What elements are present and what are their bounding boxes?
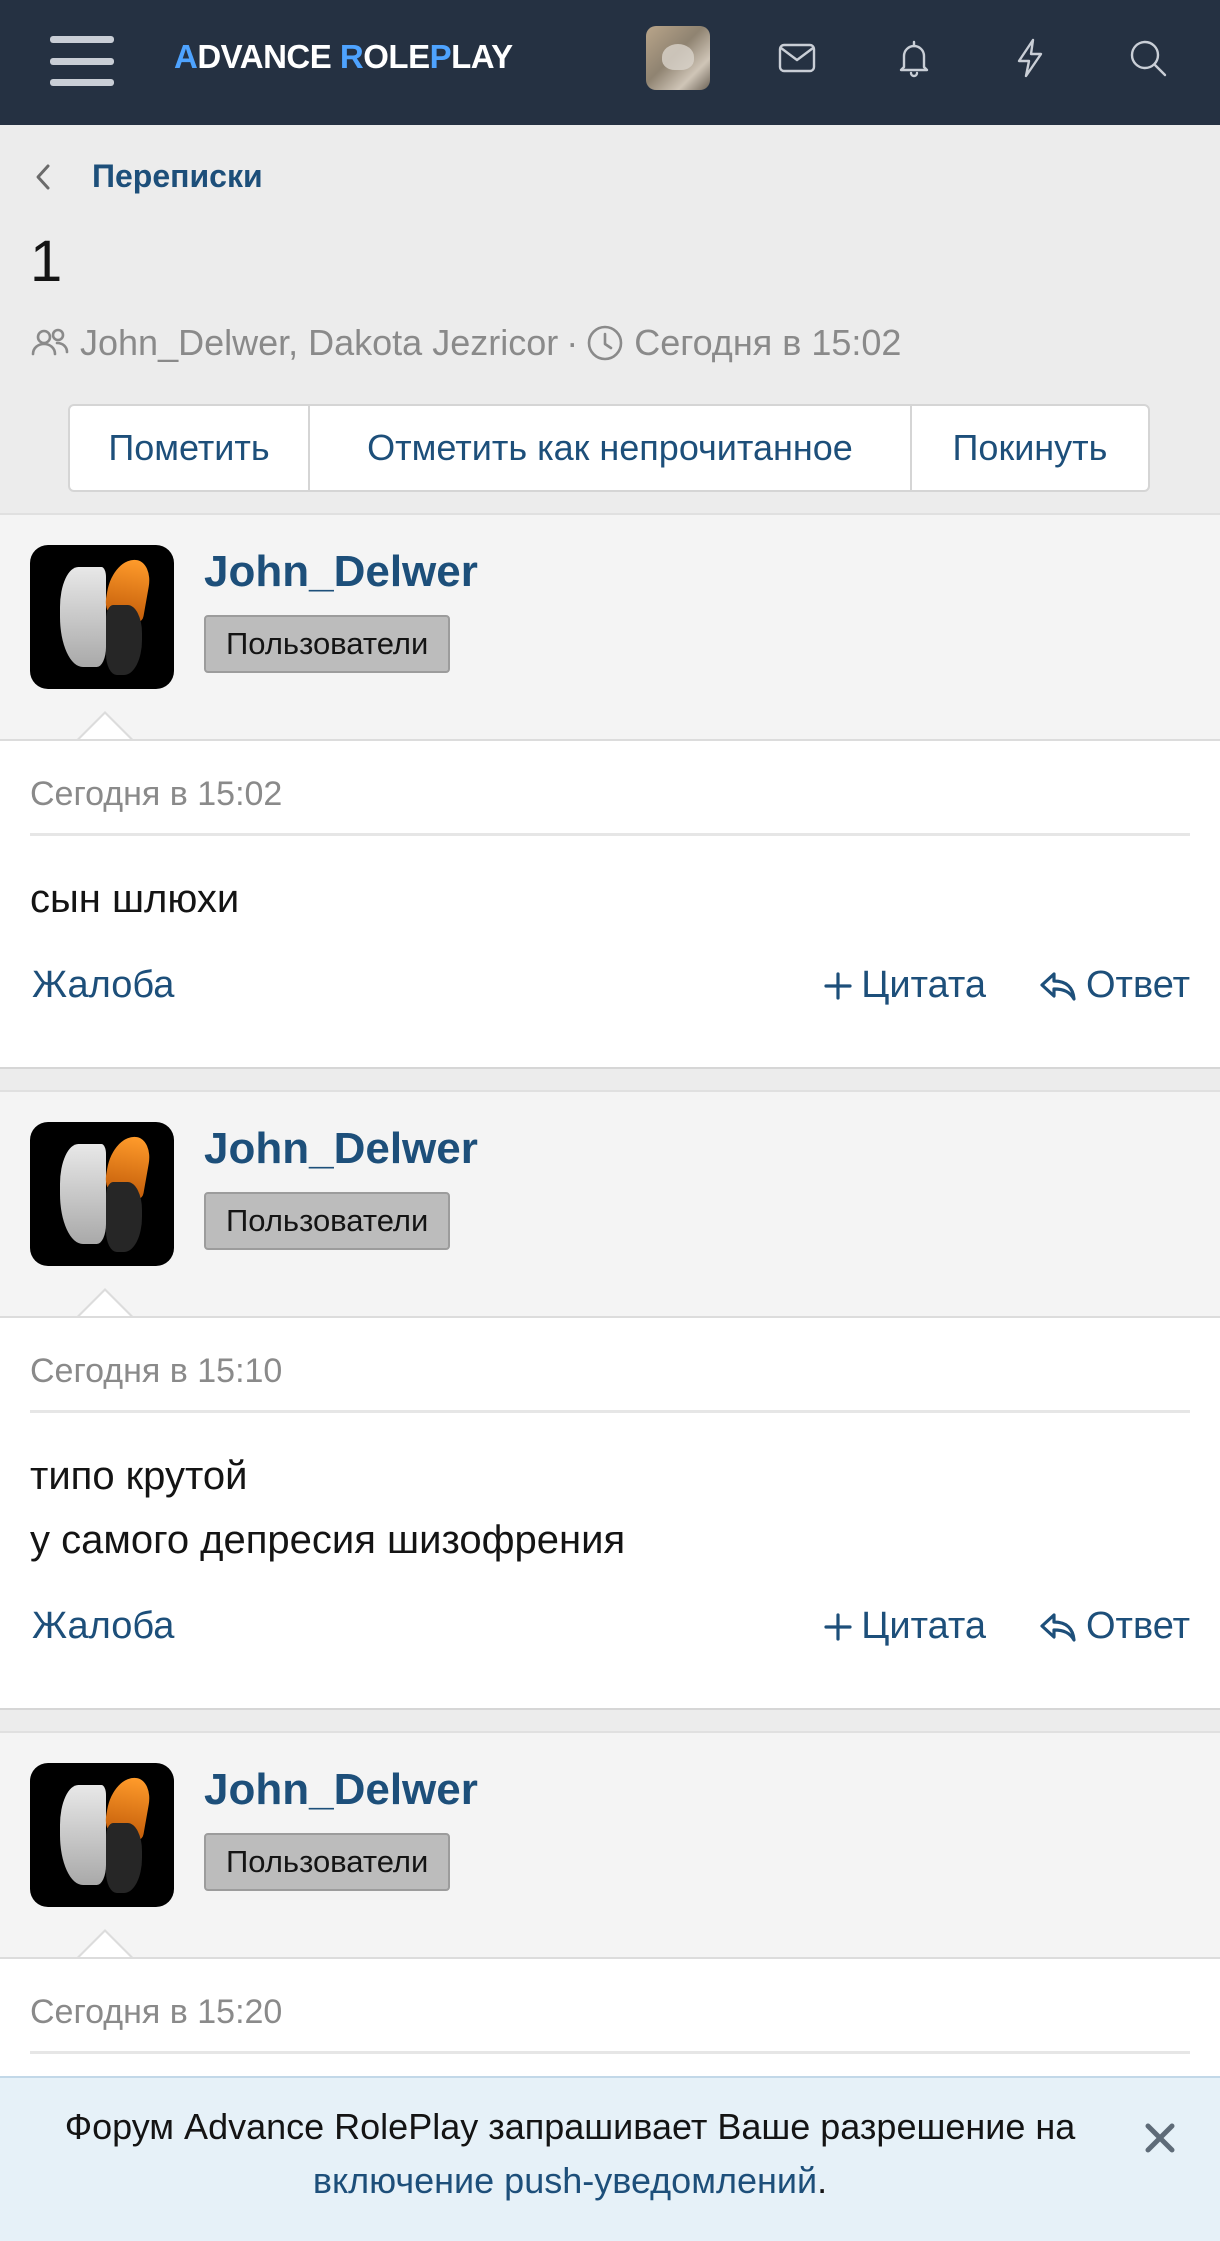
author-name[interactable]: John_Delwer xyxy=(204,547,478,597)
message-text: сын шлюхи xyxy=(30,867,239,931)
enable-push-link[interactable]: включение push-уведомлений xyxy=(313,2160,817,2201)
site-logo[interactable]: ADVANCE ROLEPLAY xyxy=(174,38,513,76)
divider xyxy=(30,2051,1190,2054)
breadcrumb[interactable]: Переписки xyxy=(30,158,263,195)
push-notice-text: Форум Advance RolePlay запрашивает Ваше … xyxy=(40,2100,1100,2208)
message-body: Сегодня в 15:02 сын шлюхи Жалоба Цитата … xyxy=(0,739,1220,1069)
avatar[interactable] xyxy=(30,1122,174,1266)
message-line: типо крутой xyxy=(30,1454,248,1498)
report-link[interactable]: Жалоба xyxy=(32,1605,174,1648)
push-notice-message: Форум Advance RolePlay запрашивает Ваше … xyxy=(64,2106,1076,2147)
user-group-badge: Пользователи xyxy=(204,615,451,673)
user-group-badge: Пользователи xyxy=(204,1192,451,1250)
user-group-badge: Пользователи xyxy=(204,1833,451,1891)
plus-icon xyxy=(824,971,852,1000)
top-navigation-bar: ADVANCE ROLEPLAY xyxy=(0,0,1220,125)
author-name[interactable]: John_Delwer xyxy=(204,1765,478,1815)
reply-label: Ответ xyxy=(1086,1605,1190,1647)
close-icon[interactable] xyxy=(1140,2118,1180,2158)
clock-icon xyxy=(587,325,623,361)
reply-label: Ответ xyxy=(1086,964,1190,1006)
message-body: Сегодня в 15:20 xyxy=(0,1957,1220,2076)
reply-icon xyxy=(1040,1612,1076,1642)
avatar[interactable] xyxy=(30,1763,174,1907)
message-actions: Жалоба Цитата Ответ xyxy=(30,964,1190,1020)
message: John_Delwer Пользователи Сегодня в 15:10… xyxy=(0,1090,1220,1710)
quote-label: Цитата xyxy=(861,1605,986,1647)
report-link[interactable]: Жалоба xyxy=(32,964,174,1007)
participants-list[interactable]: John_Delwer, Dakota Jezricor xyxy=(80,322,558,364)
message-time[interactable]: Сегодня в 15:02 xyxy=(30,775,282,814)
mark-button[interactable]: Пометить xyxy=(70,406,310,490)
users-icon xyxy=(31,328,69,356)
inbox-icon[interactable] xyxy=(769,30,825,86)
leave-button[interactable]: Покинуть xyxy=(912,406,1148,490)
arrow-notch xyxy=(75,1929,135,1960)
bolt-icon[interactable] xyxy=(1002,30,1058,86)
search-icon[interactable] xyxy=(1120,30,1176,86)
quote-button[interactable]: Цитата xyxy=(823,1605,986,1648)
arrow-notch xyxy=(75,1288,135,1319)
divider xyxy=(30,833,1190,836)
meta-separator: · xyxy=(566,322,579,363)
message-line: у самого депресия шизофрения xyxy=(30,1518,626,1562)
quote-button[interactable]: Цитата xyxy=(823,964,986,1007)
quote-label: Цитата xyxy=(861,964,986,1006)
message-time[interactable]: Сегодня в 15:10 xyxy=(30,1352,282,1391)
message-time[interactable]: Сегодня в 15:20 xyxy=(30,1993,282,2032)
plus-icon xyxy=(824,1612,852,1641)
chevron-left-icon xyxy=(30,159,60,195)
mark-unread-button[interactable]: Отметить как непрочитанное xyxy=(310,406,912,490)
push-notice-period: . xyxy=(817,2160,828,2201)
message-text: типо крутой у самого депресия шизофрения xyxy=(30,1444,625,1572)
conversation-actions: Пометить Отметить как непрочитанное Поки… xyxy=(68,404,1150,492)
conversation-meta: John_Delwer, Dakota Jezricor · Сегодня в… xyxy=(30,322,901,364)
user-avatar[interactable] xyxy=(646,26,710,90)
arrow-notch xyxy=(75,711,135,742)
message-author-header: John_Delwer Пользователи xyxy=(0,513,1220,742)
divider xyxy=(30,1410,1190,1413)
message: John_Delwer Пользователи Сегодня в 15:20 xyxy=(0,1731,1220,2076)
message-author-header: John_Delwer Пользователи xyxy=(0,1090,1220,1319)
message: John_Delwer Пользователи Сегодня в 15:02… xyxy=(0,513,1220,1069)
menu-icon[interactable] xyxy=(50,36,114,86)
author-name[interactable]: John_Delwer xyxy=(204,1124,478,1174)
page-title: 1 xyxy=(30,229,63,294)
conversation-start-time[interactable]: Сегодня в 15:02 xyxy=(634,322,901,364)
reply-button[interactable]: Ответ xyxy=(1038,1605,1190,1648)
reply-button[interactable]: Ответ xyxy=(1038,964,1190,1007)
message-body: Сегодня в 15:10 типо крутой у самого деп… xyxy=(0,1316,1220,1710)
breadcrumb-conversations-link[interactable]: Переписки xyxy=(92,158,263,195)
message-line: сын шлюхи xyxy=(30,877,240,921)
push-notification-banner: Форум Advance RolePlay запрашивает Ваше … xyxy=(0,2076,1220,2241)
reply-icon xyxy=(1040,971,1076,1001)
avatar[interactable] xyxy=(30,545,174,689)
message-actions: Жалоба Цитата Ответ xyxy=(30,1605,1190,1661)
bell-icon[interactable] xyxy=(886,30,942,86)
message-author-header: John_Delwer Пользователи xyxy=(0,1731,1220,1960)
